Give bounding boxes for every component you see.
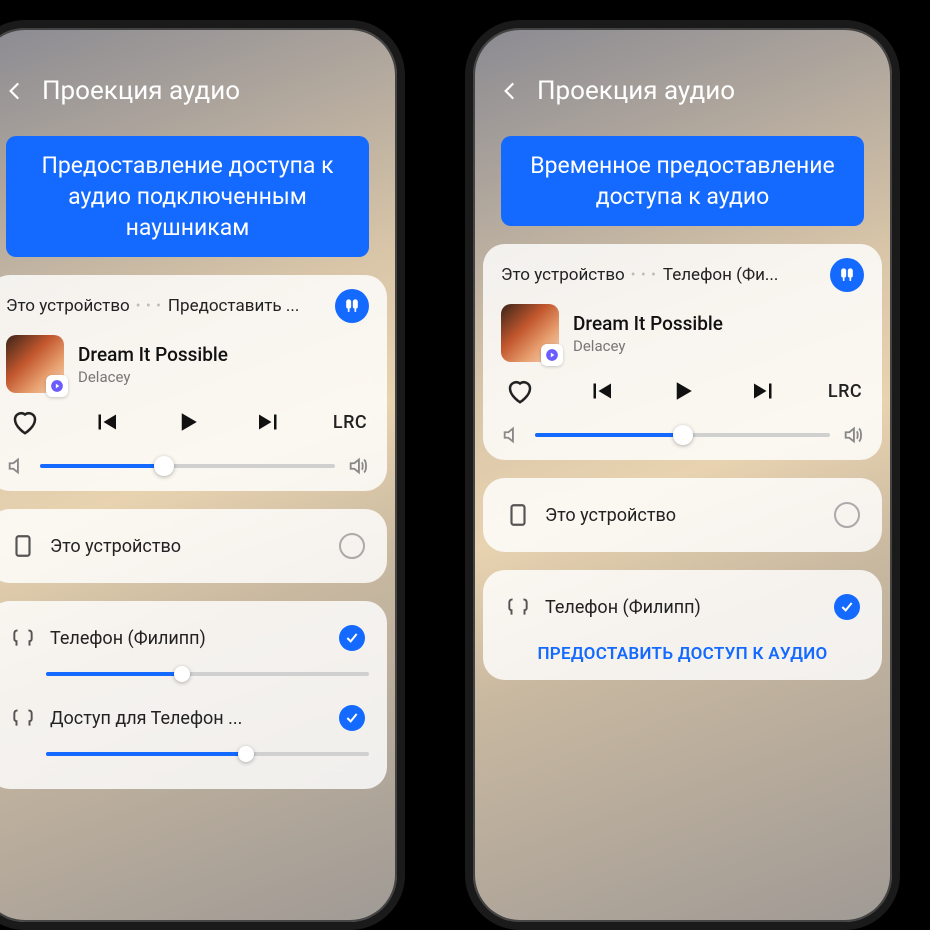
earbuds-button[interactable] bbox=[830, 258, 864, 292]
breadcrumb-a: Это устройство bbox=[6, 296, 130, 316]
device-label: Доступ для Телефон ... bbox=[50, 708, 325, 729]
phone-right: Проекция аудио Временное предоставление … bbox=[465, 20, 900, 930]
phone-icon bbox=[505, 502, 531, 528]
like-button[interactable] bbox=[10, 407, 40, 437]
volume-low-icon bbox=[6, 455, 28, 477]
device-volume-slider[interactable] bbox=[46, 665, 369, 683]
device-shared[interactable]: Доступ для Телефон ... bbox=[6, 695, 369, 775]
device-label: Это устройство bbox=[545, 505, 820, 526]
album-art[interactable] bbox=[501, 304, 559, 362]
earbuds-button[interactable] bbox=[335, 289, 369, 323]
earbuds-icon bbox=[505, 594, 531, 620]
shared-devices-card: Телефон (Филипп) ПРЕДОСТАВИТЬ ДОСТУП К А… bbox=[483, 570, 882, 680]
prev-button[interactable] bbox=[91, 407, 121, 437]
device-label: Это устройство bbox=[50, 536, 325, 557]
player-card: Это устройство • • • Телефон (Фи... Drea… bbox=[483, 244, 882, 460]
check-selected[interactable] bbox=[339, 625, 365, 651]
track-row: Dream It Possible Delacey bbox=[6, 335, 369, 393]
radio-unselected[interactable] bbox=[834, 502, 860, 528]
lyrics-button[interactable]: LRC bbox=[830, 376, 860, 406]
breadcrumb: Это устройство • • • Телефон (Фи... bbox=[501, 258, 864, 292]
shared-devices-card: Телефон (Филипп) Доступ для Телефон ... bbox=[0, 601, 387, 789]
play-button[interactable] bbox=[668, 376, 698, 406]
volume-slider[interactable] bbox=[535, 424, 830, 446]
page-title: Проекция аудио bbox=[42, 76, 240, 106]
device-label: Телефон (Филипп) bbox=[545, 597, 820, 618]
music-app-icon bbox=[541, 344, 563, 366]
page-title: Проекция аудио bbox=[537, 76, 735, 106]
next-button[interactable] bbox=[254, 407, 284, 437]
earbuds-icon bbox=[10, 625, 36, 651]
device-this[interactable]: Это устройство bbox=[6, 523, 369, 569]
device-label: Телефон (Филипп) bbox=[50, 628, 325, 649]
check-selected[interactable] bbox=[834, 594, 860, 620]
callout-label: Предоставление доступа к аудио подключен… bbox=[6, 136, 369, 257]
player-controls: LRC bbox=[6, 407, 369, 437]
player-card: Это устройство • • • Предоставить ... Dr… bbox=[0, 275, 387, 491]
breadcrumb-dots: • • • bbox=[136, 298, 162, 314]
album-art[interactable] bbox=[6, 335, 64, 393]
share-audio-label: ПРЕДОСТАВИТЬ ДОСТУП К АУДИО bbox=[537, 644, 827, 664]
share-audio-button[interactable]: ПРЕДОСТАВИТЬ ДОСТУП К АУДИО bbox=[501, 630, 864, 666]
breadcrumb-b: Телефон (Фи... bbox=[663, 265, 778, 285]
callout-label: Временное предоставление доступа к аудио bbox=[501, 136, 864, 226]
volume-high-icon bbox=[842, 424, 864, 446]
volume-high-icon bbox=[347, 455, 369, 477]
track-artist: Delacey bbox=[78, 368, 228, 386]
track-row: Dream It Possible Delacey bbox=[501, 304, 864, 362]
header: Проекция аудио bbox=[0, 28, 397, 122]
track-artist: Delacey bbox=[573, 337, 723, 355]
volume-row bbox=[501, 424, 864, 446]
next-button[interactable] bbox=[749, 376, 779, 406]
breadcrumb-a: Это устройство bbox=[501, 265, 625, 285]
breadcrumb-b: Предоставить ... bbox=[168, 296, 299, 316]
prev-button[interactable] bbox=[586, 376, 616, 406]
radio-unselected[interactable] bbox=[339, 533, 365, 559]
device-this[interactable]: Это устройство bbox=[501, 492, 864, 538]
music-app-icon bbox=[46, 375, 68, 397]
back-icon[interactable] bbox=[2, 78, 28, 104]
breadcrumb: Это устройство • • • Предоставить ... bbox=[6, 289, 369, 323]
back-icon[interactable] bbox=[497, 78, 523, 104]
breadcrumb-dots: • • • bbox=[631, 267, 657, 283]
header: Проекция аудио bbox=[473, 28, 892, 122]
player-controls: LRC bbox=[501, 376, 864, 406]
volume-low-icon bbox=[501, 424, 523, 446]
like-button[interactable] bbox=[505, 376, 535, 406]
earbuds-icon bbox=[10, 705, 36, 731]
track-title: Dream It Possible bbox=[573, 312, 723, 335]
lyrics-button[interactable]: LRC bbox=[335, 407, 365, 437]
device-philipp[interactable]: Телефон (Филипп) bbox=[6, 615, 369, 695]
volume-slider[interactable] bbox=[40, 455, 335, 477]
phone-icon bbox=[10, 533, 36, 559]
this-device-card: Это устройство bbox=[0, 509, 387, 583]
device-philipp[interactable]: Телефон (Филипп) bbox=[501, 584, 864, 630]
phone-left: Проекция аудио Предоставление доступа к … bbox=[0, 20, 405, 930]
volume-row bbox=[6, 455, 369, 477]
track-title: Dream It Possible bbox=[78, 343, 228, 366]
play-button[interactable] bbox=[173, 407, 203, 437]
check-selected[interactable] bbox=[339, 705, 365, 731]
device-volume-slider[interactable] bbox=[46, 745, 369, 763]
this-device-card: Это устройство bbox=[483, 478, 882, 552]
